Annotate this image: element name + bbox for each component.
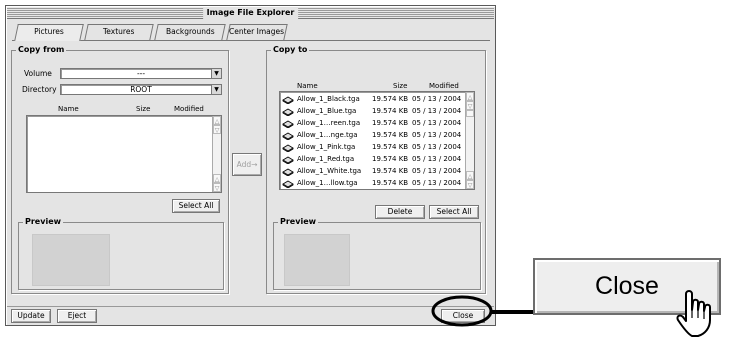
copy-to-panel: Copy to Name Size Modified Allow_1_Black…: [266, 45, 486, 294]
column-modified-header[interactable]: Modified: [174, 105, 204, 114]
file-icon: [282, 108, 294, 116]
tab-textures[interactable]: Textures: [84, 24, 154, 40]
column-name-header[interactable]: Name: [297, 82, 318, 91]
delete-button[interactable]: Delete: [375, 205, 425, 219]
column-modified-header[interactable]: Modified: [429, 82, 459, 91]
select-all-source-button[interactable]: Select All: [172, 199, 220, 213]
copy-from-legend: Copy from: [16, 45, 67, 55]
tab-pictures[interactable]: Pictures: [14, 24, 84, 41]
directory-label: Directory: [22, 85, 57, 94]
scroll-up-icon[interactable]: △: [213, 116, 221, 125]
source-preview-panel: Preview: [18, 217, 224, 290]
copy-from-panel: Copy from Volume --- ▼ Directory ROOT ▼ …: [11, 45, 229, 294]
scroll-up-icon[interactable]: △: [466, 92, 474, 101]
volume-select[interactable]: --- ▼: [60, 68, 222, 79]
scroll-up-icon[interactable]: △: [466, 171, 474, 180]
eject-button[interactable]: Eject: [57, 309, 97, 323]
column-size-header[interactable]: Size: [136, 105, 150, 114]
footer-bar: Update Eject Close: [7, 306, 494, 324]
tab-backgrounds[interactable]: Backgrounds: [154, 24, 226, 40]
destination-preview-legend: Preview: [278, 217, 319, 227]
file-icon: [282, 96, 294, 104]
file-icon: [282, 156, 294, 164]
image-file-explorer-window: Image File Explorer Pictures Textures Ba…: [5, 5, 496, 326]
copy-to-legend: Copy to: [271, 45, 310, 55]
scroll-down-icon[interactable]: ▽: [213, 125, 221, 134]
file-icon: [282, 168, 294, 176]
scroll-down-icon[interactable]: ▽: [213, 183, 221, 192]
destination-preview-panel: Preview: [273, 217, 481, 290]
select-all-destination-button[interactable]: Select All: [429, 205, 479, 219]
source-file-list[interactable]: △ ▽ △ ▽: [26, 115, 222, 193]
file-icon: [282, 144, 294, 152]
dropdown-arrow-icon[interactable]: ▼: [211, 85, 221, 94]
source-preview-image: [32, 234, 110, 286]
directory-select[interactable]: ROOT ▼: [60, 84, 222, 95]
column-name-header[interactable]: Name: [58, 105, 79, 114]
column-size-header[interactable]: Size: [393, 82, 407, 91]
scroll-up-icon[interactable]: △: [213, 174, 221, 183]
source-preview-legend: Preview: [23, 217, 64, 227]
destination-scrollbar[interactable]: △ ▽ △ ▽: [465, 92, 474, 189]
scroll-down-icon[interactable]: ▽: [466, 101, 474, 110]
scroll-down-icon[interactable]: ▽: [466, 180, 474, 189]
tab-center-images[interactable]: Center Images: [226, 24, 288, 40]
volume-value: ---: [136, 69, 146, 78]
source-scrollbar[interactable]: △ ▽ △ ▽: [212, 116, 221, 192]
zoomed-close-label: Close: [595, 272, 659, 300]
scroll-thumb[interactable]: [466, 110, 474, 117]
destination-preview-image: [284, 234, 350, 286]
pointing-hand-icon: [676, 290, 711, 337]
directory-value: ROOT: [130, 85, 152, 94]
volume-label: Volume: [24, 69, 52, 78]
window-title: Image File Explorer: [202, 7, 299, 19]
tab-divider: [12, 40, 490, 41]
update-button[interactable]: Update: [11, 309, 51, 323]
close-button[interactable]: Close: [441, 309, 485, 323]
dropdown-arrow-icon[interactable]: ▼: [211, 69, 221, 78]
file-icon: [282, 132, 294, 140]
title-bar[interactable]: Image File Explorer: [7, 7, 494, 19]
add-button[interactable]: Add→: [232, 153, 262, 176]
file-icon: [282, 120, 294, 128]
file-icon: [282, 180, 294, 188]
destination-file-list[interactable]: Allow_1_Black.tga 19.574 KB 05 / 13 / 20…: [279, 91, 475, 190]
